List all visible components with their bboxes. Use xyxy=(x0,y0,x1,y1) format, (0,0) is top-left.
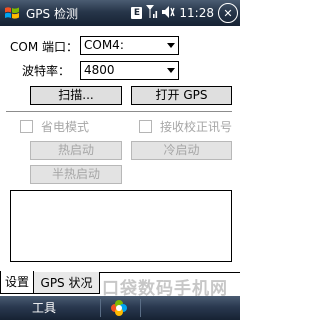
menu-separator xyxy=(100,299,101,317)
output-log-box[interactable] xyxy=(10,190,232,262)
com-port-select[interactable]: COM4: xyxy=(80,36,179,55)
clock[interactable]: 11:28 xyxy=(179,6,214,20)
open-gps-button[interactable]: 打开 GPS xyxy=(131,86,232,105)
hot-start-button[interactable]: 热启动 xyxy=(30,141,122,160)
tab-settings[interactable]: 设置 xyxy=(0,271,34,294)
checkbox-box xyxy=(139,120,152,133)
tab-gps-status[interactable]: GPS 状况 xyxy=(34,272,100,294)
com-port-label: COM 端口： xyxy=(10,40,78,54)
chevron-down-icon xyxy=(167,68,175,73)
menu-bar: 工具 xyxy=(0,296,240,320)
com-port-value: COM4: xyxy=(84,38,124,52)
chevron-down-icon xyxy=(167,43,175,48)
power-save-label: 省电模式 xyxy=(41,120,90,134)
tools-menu-button[interactable]: 工具 xyxy=(32,296,56,320)
baud-rate-label: 波特率： xyxy=(22,64,71,78)
checksum-label: 接收校正讯号 xyxy=(160,120,233,134)
menu-separator xyxy=(140,299,141,317)
warm-start-button[interactable]: 半热启动 xyxy=(30,165,122,184)
volume-icon[interactable] xyxy=(162,5,176,21)
scan-button[interactable]: 扫描... xyxy=(30,86,122,105)
checkbox-box xyxy=(20,120,33,133)
baud-rate-value: 4800 xyxy=(84,63,115,77)
edge-connection-icon[interactable]: E xyxy=(131,7,143,19)
signal-strength-icon[interactable] xyxy=(146,5,158,21)
close-icon[interactable]: ✕ xyxy=(218,3,238,23)
app-title: GPS 检测 xyxy=(26,6,78,21)
windows-start-icon[interactable] xyxy=(0,0,24,26)
power-save-checkbox[interactable]: 省电模式 xyxy=(20,118,89,135)
baud-rate-select[interactable]: 4800 xyxy=(80,61,179,80)
keyboard-icon[interactable] xyxy=(108,298,130,318)
title-bar: GPS 检测 E 11:28 ✕ xyxy=(0,0,240,26)
checksum-checkbox[interactable]: 接收校正讯号 xyxy=(139,118,232,135)
divider xyxy=(6,111,232,113)
cold-start-button[interactable]: 冷启动 xyxy=(131,141,232,160)
